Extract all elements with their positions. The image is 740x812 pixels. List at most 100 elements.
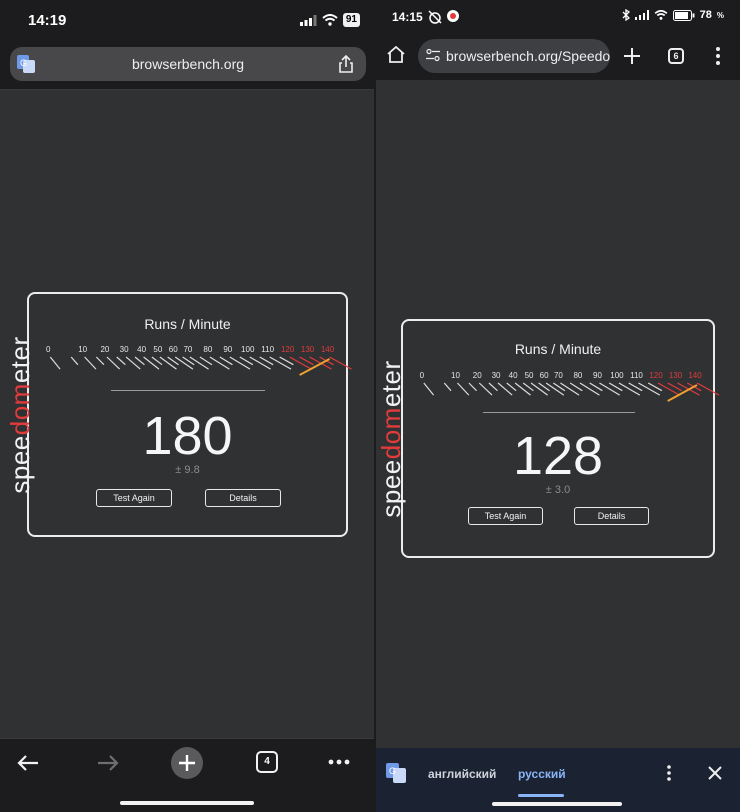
close-icon[interactable] [708,766,722,780]
details-button[interactable]: Details [205,489,281,507]
home-icon[interactable] [387,46,405,63]
new-tab-icon[interactable] [171,747,203,779]
gauge-tick [468,382,477,392]
tabs-icon[interactable]: 6 [668,48,684,64]
address-bar[interactable]: G browserbench.org [10,47,366,81]
status-bar: 14:15 78% [376,0,740,34]
score-value: 180 [142,406,233,466]
toolbar: 4 [0,738,374,812]
tick-label-30: 30 [120,345,129,354]
gauge-tick [488,382,498,392]
score-error: ± 3.0 [545,484,571,496]
target-language-tab[interactable]: русский [518,767,566,781]
tick-label-140: 140 [321,345,335,354]
tick-label-90: 90 [223,345,232,354]
android-screen: 14:15 78% browserbench.org/Speedometer 6… [376,0,740,812]
tick-label-40: 40 [137,345,146,354]
gauge-tick [229,356,251,370]
gauge-tick [329,356,352,370]
gauge-tick [49,356,61,370]
gauge-tick [599,382,621,396]
gauge-tick [638,382,661,396]
share-icon[interactable] [338,54,354,74]
gauge-divider [483,412,635,413]
url-text[interactable]: browserbench.org [10,56,366,72]
tick-label-140: 140 [688,371,702,380]
status-time: 14:19 [28,12,67,29]
gauge-needle [667,384,698,402]
more-vert-icon[interactable] [716,47,720,65]
gauge-needle [299,358,331,376]
gauge-tick [514,382,531,396]
cellular-signal-icon [634,10,649,20]
details-button[interactable]: Details [574,507,649,525]
tick-label-40: 40 [509,371,518,380]
battery-percent: 78 [699,9,712,21]
gauge-tick [143,356,160,370]
gauge-tick [579,382,600,396]
gauge-tick [106,356,121,370]
forward-icon[interactable] [96,753,120,773]
battery-icon [672,9,695,21]
tick-label-90: 90 [593,371,602,380]
tick-label-50: 50 [153,345,162,354]
translate-bar: G английский русский [376,748,740,800]
gauge-tick [506,382,517,392]
site-settings-icon[interactable] [426,48,440,62]
gauge-tick [289,356,312,370]
speedometer-logo: speedometer [5,336,35,494]
tick-label-100: 100 [241,345,255,354]
tick-label-120: 120 [649,371,663,380]
gauge-tick [95,356,105,366]
translate-icon[interactable]: G [386,763,406,783]
test-again-button[interactable]: Test Again [96,489,172,507]
tick-label-130: 130 [301,345,315,354]
tick-label-120: 120 [281,345,295,354]
tick-label-20: 20 [473,371,482,380]
tick-label-70: 70 [183,345,192,354]
back-icon[interactable] [16,753,40,773]
gauge-divider [111,390,265,391]
cellular-signal-icon [299,14,317,26]
gauge-tick [199,356,213,366]
alarm-off-icon [428,10,442,24]
tick-label-10: 10 [451,371,460,380]
svg-text:G: G [389,766,396,776]
gauge-tick [70,356,79,366]
tick-label-10: 10 [78,345,87,354]
more-icon[interactable] [328,759,350,765]
status-bar: 14:19 91 [0,0,374,42]
translate-options-icon[interactable] [667,765,671,781]
source-language-tab[interactable]: английский [428,767,496,781]
gauge-tick [696,382,720,396]
tick-label-20: 20 [100,345,109,354]
test-again-button[interactable]: Test Again [468,507,543,525]
gauge-tick [134,356,145,366]
tick-label-100: 100 [610,371,624,380]
gauge-tick [457,382,470,396]
tick-label-0: 0 [46,345,51,354]
gauge-tick [174,356,194,370]
app-notification-icon [447,10,459,22]
tick-label-60: 60 [169,345,178,354]
score-value: 128 [512,426,604,486]
gauge-tick [209,356,230,370]
gauge-tick [116,356,126,366]
gauge-tick [159,356,177,370]
new-tab-icon[interactable] [624,48,640,64]
address-bar[interactable]: browserbench.org/Speedometer [418,39,610,73]
status-time: 14:15 [392,10,423,24]
tick-label-110: 110 [261,345,274,354]
gauge-tick [530,382,548,396]
speedometer-logo: speedometer [376,360,406,518]
tick-label-80: 80 [573,371,582,380]
battery-indicator: 91 [342,13,360,27]
ios-screen: 14:19 91 G browserbench.org Runs / Minut… [0,0,374,812]
tick-label-50: 50 [525,371,534,380]
toolbar: browserbench.org/Speedometer 6 [376,34,740,80]
gauge-tick [249,356,271,370]
tick-label-60: 60 [540,371,549,380]
tabs-icon[interactable]: 4 [256,751,278,773]
url-text[interactable]: browserbench.org/Speedometer [446,48,610,64]
tick-label-0: 0 [420,371,425,380]
